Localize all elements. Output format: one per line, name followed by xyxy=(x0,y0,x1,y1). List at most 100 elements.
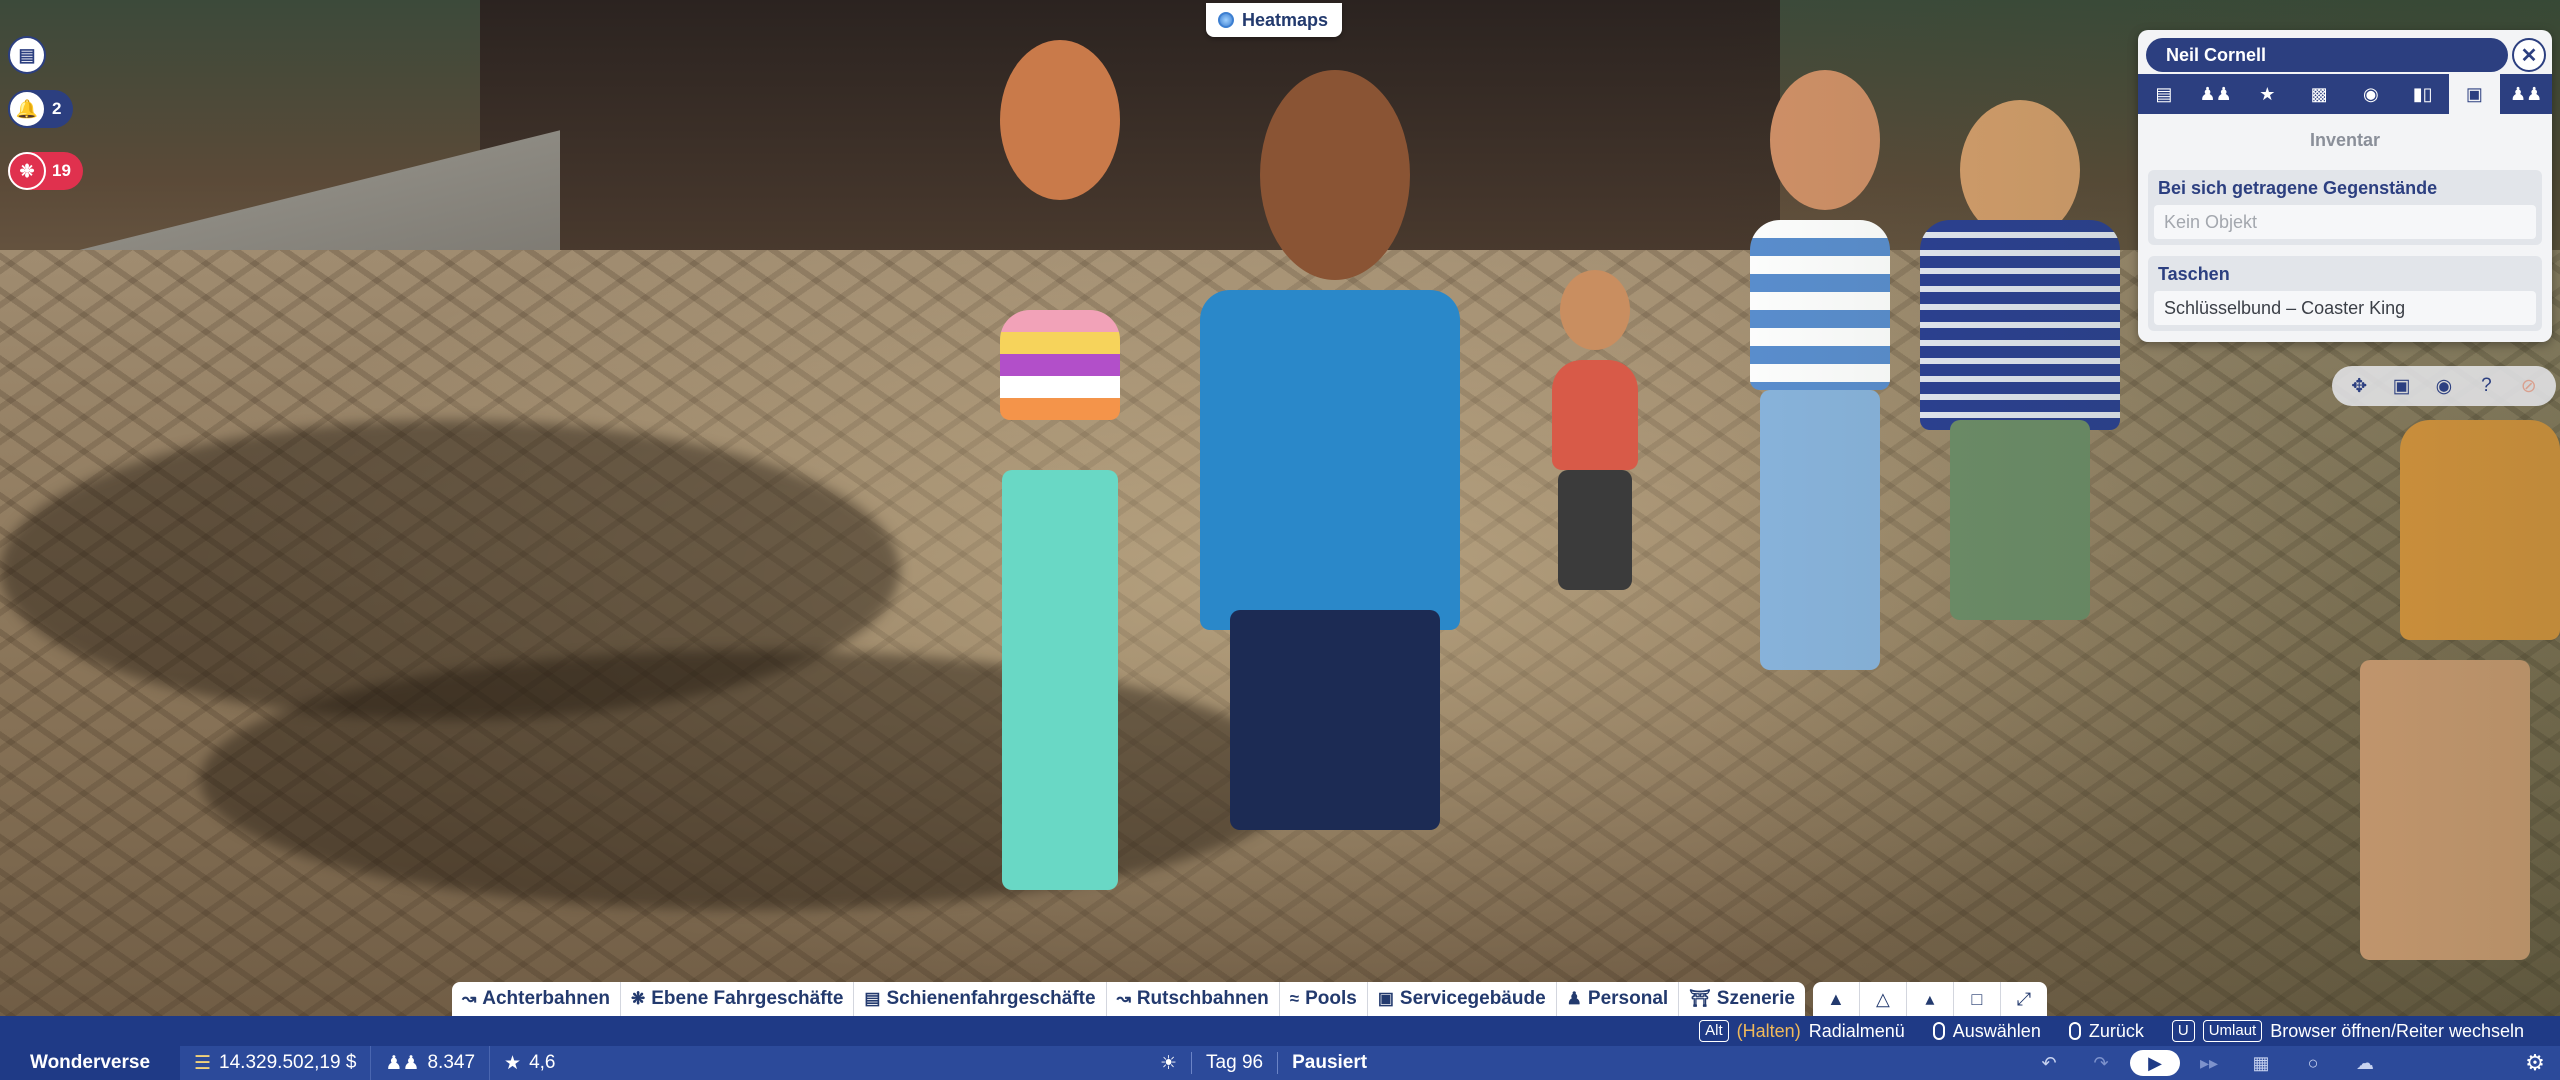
alerts-count: 19 xyxy=(52,161,71,180)
move-icon[interactable]: ✥ xyxy=(2342,369,2376,403)
close-button[interactable]: ✕ xyxy=(2512,38,2546,72)
redo-button[interactable]: ↷ xyxy=(2078,1050,2124,1076)
play-icon: ▶ xyxy=(2148,1052,2162,1073)
money-stat[interactable]: ☰ 14.329.502,19 $ xyxy=(180,1046,372,1080)
pockets-title: Taschen xyxy=(2158,264,2230,284)
guest-camera-tools: ✥ ▣ ◉ ? ⊘ xyxy=(2332,366,2556,406)
fullscreen-button[interactable]: ⤢ xyxy=(2000,982,2047,1016)
tab-overview[interactable]: ▤ xyxy=(2138,74,2190,114)
status-bar: Wonderverse ☰ 14.329.502,19 $ ♟♟ 8.347 ★… xyxy=(0,1046,2560,1080)
tab-favorites[interactable]: ★ xyxy=(2242,74,2294,114)
key-u: U xyxy=(2171,1020,2195,1042)
guest-panel-tabs: ▤ ♟♟ ★ ▩ ◉ ▮▯ ▣ ♟♟ xyxy=(2138,74,2552,114)
play-button[interactable]: ▶ xyxy=(2130,1050,2180,1076)
lock-icon: □ xyxy=(1971,988,1983,1009)
build-tab-pools[interactable]: ≈ Pools xyxy=(1279,982,1368,1016)
bell-icon: 🔔 xyxy=(8,90,46,128)
map-button[interactable]: ▦ xyxy=(2238,1050,2284,1076)
fast-forward-icon: ▸▸ xyxy=(2199,1052,2219,1073)
money-icon: ◉ xyxy=(2363,83,2379,104)
guest-figure[interactable] xyxy=(1540,240,1650,600)
objectives-badge[interactable]: ▤ xyxy=(8,36,46,74)
alerts-badge[interactable]: ❉ 19 xyxy=(8,152,83,190)
tab-finances[interactable]: ◉ xyxy=(2345,74,2397,114)
build-tab-track-rides[interactable]: ▤ Schienenfahrgeschäfte xyxy=(854,982,1107,1016)
guest-figure[interactable] xyxy=(960,0,1180,960)
build-menu-bar: ↝ Achterbahnen ❋ Ebene Fahrgeschäfte ▤ Schi… xyxy=(452,982,2047,1016)
disabled-icon[interactable]: ⊘ xyxy=(2512,369,2546,403)
day-counter: Tag 96 xyxy=(1206,1052,1264,1073)
left-mouse-icon xyxy=(1932,1022,1945,1040)
hint-radial-label: Radialmenü xyxy=(1808,1020,1905,1041)
weather-button[interactable]: ☁ xyxy=(2342,1050,2388,1076)
notifications-badge[interactable]: 🔔 2 xyxy=(8,90,74,128)
fullscreen-icon: ⤢ xyxy=(2016,988,2032,1009)
settings-button[interactable]: ⚙ xyxy=(2510,1046,2560,1080)
guest-figure-selected[interactable] xyxy=(1180,50,1480,950)
guests-value: 8.347 xyxy=(427,1052,476,1073)
group-icon: ♟♟ xyxy=(2199,83,2232,104)
pockets-section: Taschen Schlüsselbund – Coaster King xyxy=(2148,256,2542,331)
staff-icon: ♟ xyxy=(1566,989,1582,1008)
management-button[interactable]: □ xyxy=(1953,982,2001,1016)
alert-icon: ❉ xyxy=(8,152,46,190)
slide-icon: ↝ xyxy=(1116,989,1131,1008)
shop-icon: ▣ xyxy=(1377,989,1394,1008)
key-umlaut: Umlaut xyxy=(2202,1020,2263,1042)
guest-name-field[interactable]: Neil Cornell xyxy=(2146,38,2508,72)
coaster-icon: ↝ xyxy=(462,989,477,1008)
tab-stats[interactable]: ▮▯ xyxy=(2397,74,2449,114)
build-tab-shops[interactable]: ▣ Servicegebäude xyxy=(1367,982,1557,1016)
heatmaps-label: Heatmaps xyxy=(1242,9,1329,30)
weather-sun-icon: ☀ xyxy=(1160,1052,1178,1074)
clipboard-icon: ▤ xyxy=(2155,83,2173,104)
key-alt: Alt xyxy=(1699,1020,1729,1042)
pin-icon[interactable]: ◉ xyxy=(2427,369,2461,403)
tab-inventory[interactable]: ▣ xyxy=(2448,74,2501,114)
build-tab-scenery[interactable]: ⛩ Szenerie xyxy=(1679,982,1805,1016)
bell-tool-icon: △ xyxy=(1876,988,1890,1009)
people-icon: ♟♟ xyxy=(2509,83,2543,104)
tab-thoughts[interactable]: ▩ xyxy=(2293,74,2345,114)
money-value: 14.329.502,19 $ xyxy=(219,1052,357,1073)
guest-info-panel: Neil Cornell ✕ ▤ ♟♟ ★ ▩ ◉ ▮▯ ▣ ♟♟ Invent… xyxy=(2138,30,2552,342)
camera-icon[interactable]: ▣ xyxy=(2385,369,2419,403)
carried-items-section: Bei sich getragene Gegenstände Kein Obje… xyxy=(2148,170,2542,245)
build-tab-slides[interactable]: ↝ Rutschbahnen xyxy=(1106,982,1280,1016)
help-icon[interactable]: ? xyxy=(2469,369,2503,403)
hint-radial-menu: Alt (Halten) Radialmenü xyxy=(1699,1020,1905,1042)
clipboard-icon: ▤ xyxy=(8,36,46,74)
hint-select-label: Auswählen xyxy=(1952,1020,2041,1041)
build-tab-flat-rides[interactable]: ❋ Ebene Fahrgeschäfte xyxy=(621,982,855,1016)
terrain-paint-button[interactable]: △ xyxy=(1859,982,1907,1016)
rating-stat[interactable]: ★ 4,6 xyxy=(490,1046,569,1080)
undo-button[interactable]: ↶ xyxy=(2026,1050,2072,1076)
notifications-count: 2 xyxy=(52,99,62,118)
coins-icon: ☰ xyxy=(194,1052,212,1074)
guests-stat[interactable]: ♟♟ 8.347 xyxy=(371,1046,491,1080)
build-tab-coasters[interactable]: ↝ Achterbahnen xyxy=(452,982,621,1016)
globe-button[interactable]: ○ xyxy=(2290,1050,2336,1076)
build-tab-staff[interactable]: ♟ Personal xyxy=(1556,982,1680,1016)
mountain-icon: ▴ xyxy=(1925,988,1935,1009)
track-ride-icon: ▤ xyxy=(864,989,881,1008)
carried-items-value: Kein Objekt xyxy=(2154,205,2536,239)
close-icon: ✕ xyxy=(2520,44,2538,67)
pockets-item[interactable]: Schlüsselbund – Coaster King xyxy=(2154,291,2536,325)
hint-browser-label: Browser öffnen/Reiter wechseln xyxy=(2270,1020,2524,1041)
terrain-button[interactable]: ▴ xyxy=(1906,982,1954,1016)
fast-forward-button[interactable]: ▸▸ xyxy=(2186,1050,2232,1076)
tab-people[interactable]: ♟♟ xyxy=(2500,74,2552,114)
map-icon: ▦ xyxy=(2252,1052,2270,1073)
scenery-icon: ⛩ xyxy=(1689,989,1711,1008)
blueprint-button[interactable]: ▲ xyxy=(1812,982,1860,1016)
heatmaps-button[interactable]: Heatmaps xyxy=(1206,3,1343,37)
park-name[interactable]: Wonderverse xyxy=(0,1046,180,1080)
rating-value: 4,6 xyxy=(529,1052,556,1073)
carried-items-title: Bei sich getragene Gegenstände xyxy=(2158,178,2438,198)
pool-icon: ≈ xyxy=(1289,989,1300,1008)
star-icon: ★ xyxy=(2259,83,2276,104)
tab-group[interactable]: ♟♟ xyxy=(2190,74,2242,114)
hint-browser: U Umlaut Browser öffnen/Reiter wechseln xyxy=(2171,1020,2524,1042)
undo-icon: ↶ xyxy=(2041,1052,2057,1073)
